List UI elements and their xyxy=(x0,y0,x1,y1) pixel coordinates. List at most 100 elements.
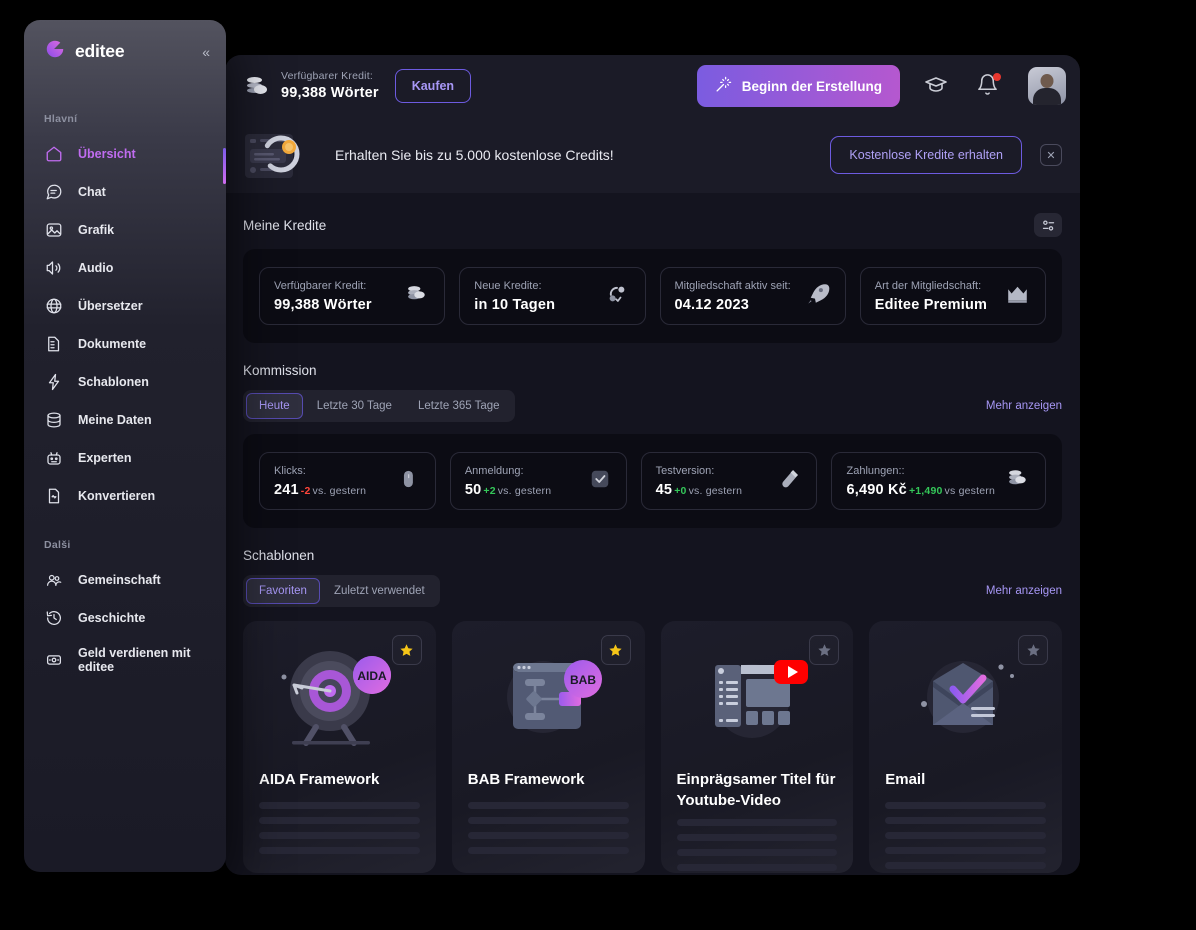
credit-card-member-since: Mitgliedschaft aktiv seit: 04.12 2023 xyxy=(659,267,846,325)
app-panel: Verfügbarer Kredit: 99,388 Wörter Kaufen… xyxy=(225,55,1080,875)
home-icon xyxy=(44,144,64,164)
commission-card-row: Klicks: 241 -2 vs. gestern Anmeldung: 50… xyxy=(259,452,1046,510)
svg-text:AIDA: AIDA xyxy=(358,669,388,683)
star-icon[interactable] xyxy=(1018,635,1048,665)
commission-panel: Klicks: 241 -2 vs. gestern Anmeldung: 50… xyxy=(243,434,1062,528)
chevrons-left-icon[interactable]: « xyxy=(202,44,210,60)
tab-heute[interactable]: Heute xyxy=(246,393,303,419)
star-icon[interactable] xyxy=(809,635,840,665)
sidebar-item-label: Übersicht xyxy=(78,147,136,161)
brand-logo[interactable]: editee xyxy=(44,38,125,65)
commission-card-payments: Zahlungen:: 6,490 Kč +1,490 vs gestern xyxy=(831,452,1046,510)
tab-zuletzt-verwendet[interactable]: Zuletzt verwendet xyxy=(322,578,437,604)
sidebar-item-label: Dokumente xyxy=(78,337,147,351)
credits-card-row: Verfügbarer Kredit: 99,388 Wörter Neue K… xyxy=(259,267,1046,325)
star-icon[interactable] xyxy=(391,635,422,665)
tab-favoriten[interactable]: Favoriten xyxy=(246,578,320,604)
refresh-cycle-icon xyxy=(603,280,631,313)
avatar[interactable] xyxy=(1028,67,1066,105)
money-box-icon xyxy=(44,650,64,670)
sidebar-item-label: Grafik xyxy=(78,223,115,237)
stat-delta: +2 xyxy=(483,484,496,497)
svg-text:BAB: BAB xyxy=(570,673,596,687)
stat-value: in 10 Tagen xyxy=(474,296,556,313)
sidebar: editee « Hlavní Übersicht Chat Grafik Au… xyxy=(24,20,226,872)
claim-free-credits-button[interactable]: Kostenlose Kredite erhalten xyxy=(830,136,1022,174)
template-skeleton xyxy=(259,802,420,854)
sidebar-item-schablonen[interactable]: Schablonen xyxy=(24,363,226,401)
sidebar-item-geschichte[interactable]: Geschichte xyxy=(24,599,226,637)
stat-value: 50 +2 vs. gestern xyxy=(465,482,551,498)
avatar-body xyxy=(1033,88,1061,105)
stat-label: Anmeldung: xyxy=(464,464,524,477)
bell-icon[interactable] xyxy=(976,73,1002,99)
template-card-aida[interactable]: AIDA AIDA Framework xyxy=(243,621,436,873)
templates-section-header: Schablonen xyxy=(243,548,1062,563)
sidebar-item-label: Meine Daten xyxy=(78,413,152,427)
star-icon[interactable] xyxy=(600,635,631,665)
database-icon xyxy=(44,410,64,430)
template-card-row: AIDA AIDA Framework BAB BAB Framework Ei… xyxy=(243,621,1062,873)
close-icon[interactable]: ✕ xyxy=(1040,144,1062,166)
sidebar-item-gemeinschaft[interactable]: Gemeinschaft xyxy=(24,561,226,599)
editee-logo-icon xyxy=(44,38,66,65)
sidebar-item-chat[interactable]: Chat xyxy=(24,173,226,211)
commission-card-clicks: Klicks: 241 -2 vs. gestern xyxy=(259,452,436,510)
template-title: AIDA Framework xyxy=(259,771,380,788)
credits-illustration xyxy=(241,126,327,184)
sidebar-item-audio[interactable]: Audio xyxy=(24,249,226,287)
sliders-icon[interactable] xyxy=(1034,213,1062,237)
template-skeleton xyxy=(676,819,838,871)
stat-value: 6,490 Kč +1,490 vs gestern xyxy=(846,482,995,498)
commission-section-title: Kommission xyxy=(243,363,317,378)
commission-card-signups: Anmeldung: 50 +2 vs. gestern xyxy=(449,452,627,510)
sidebar-item-experten[interactable]: Experten xyxy=(24,439,226,477)
credits-section-title: Meine Kredite xyxy=(243,217,327,233)
sidebar-item-label: Audio xyxy=(78,261,114,275)
commission-section-header: Kommission xyxy=(243,363,1062,378)
stat-value: 45 +0 vs. gestern xyxy=(656,482,742,498)
sidebar-item-meine-daten[interactable]: Meine Daten xyxy=(24,401,226,439)
coins-icon xyxy=(402,280,430,313)
template-card-email[interactable]: Email xyxy=(869,621,1062,873)
sidebar-item-label: Geld verdienen mit editee xyxy=(78,646,191,674)
stat-delta: -2 xyxy=(300,484,311,497)
commission-card-trials: Testversion: 45 +0 vs. gestern xyxy=(640,452,818,510)
credit-summary: Verfügbarer Kredit: 99,388 Wörter xyxy=(281,70,379,101)
start-creation-button[interactable]: Beginn der Erstellung xyxy=(696,65,900,107)
history-clock-icon xyxy=(44,608,64,628)
stat-label: Zahlungen:: xyxy=(846,464,905,477)
sidebar-item-dokumente[interactable]: Dokumente xyxy=(24,325,226,363)
sidebar-group-label-main: Hlavní xyxy=(44,113,78,125)
tab-letzte-365-tage[interactable]: Letzte 365 Tage xyxy=(406,393,512,419)
graduation-cap-icon[interactable] xyxy=(924,73,950,99)
commission-tabs-row: Heute Letzte 30 Tage Letzte 365 Tage Meh… xyxy=(243,390,1062,422)
promo-banner: Erhalten Sie bis zu 5.000 kostenlose Cre… xyxy=(225,117,1080,193)
stat-value: 99,388 Wörter xyxy=(274,296,372,313)
coins-icon xyxy=(247,75,269,97)
sidebar-item-ubersicht[interactable]: Übersicht xyxy=(24,135,226,173)
sidebar-item-label: Schablonen xyxy=(78,375,149,389)
commission-more-link[interactable]: Mehr anzeigen xyxy=(986,400,1062,412)
sidebar-item-ubersetzer[interactable]: Übersetzer xyxy=(24,287,226,325)
speaker-icon xyxy=(44,258,64,278)
sidebar-item-geld-verdienen[interactable]: Geld verdienen mit editee xyxy=(24,637,226,683)
image-icon xyxy=(44,220,64,240)
buy-credits-button[interactable]: Kaufen xyxy=(394,69,472,103)
globe-icon xyxy=(44,296,64,316)
sidebar-header: editee « xyxy=(24,20,226,65)
tab-letzte-30-tage[interactable]: Letzte 30 Tage xyxy=(305,393,404,419)
templates-tabs-row: Favoriten Zuletzt verwendet Mehr anzeige… xyxy=(243,575,1062,607)
sidebar-item-konvertieren[interactable]: Konvertieren xyxy=(24,477,226,515)
stat-vs: vs gestern xyxy=(944,484,995,497)
template-card-youtube[interactable]: Einprägsamer Titel für Youtube-Video xyxy=(660,621,854,873)
sidebar-item-grafik[interactable]: Grafik xyxy=(24,211,226,249)
credit-card-membership-type: Art der Mitgliedschaft: Editee Premium xyxy=(859,267,1046,325)
start-creation-label: Beginn der Erstellung xyxy=(741,78,882,94)
top-bar: Verfügbarer Kredit: 99,388 Wörter Kaufen… xyxy=(225,55,1080,117)
stat-label: Art der Mitgliedschaft: xyxy=(874,279,982,292)
template-card-bab[interactable]: BAB BAB Framework xyxy=(451,621,645,873)
templates-more-link[interactable]: Mehr anzeigen xyxy=(986,585,1062,597)
